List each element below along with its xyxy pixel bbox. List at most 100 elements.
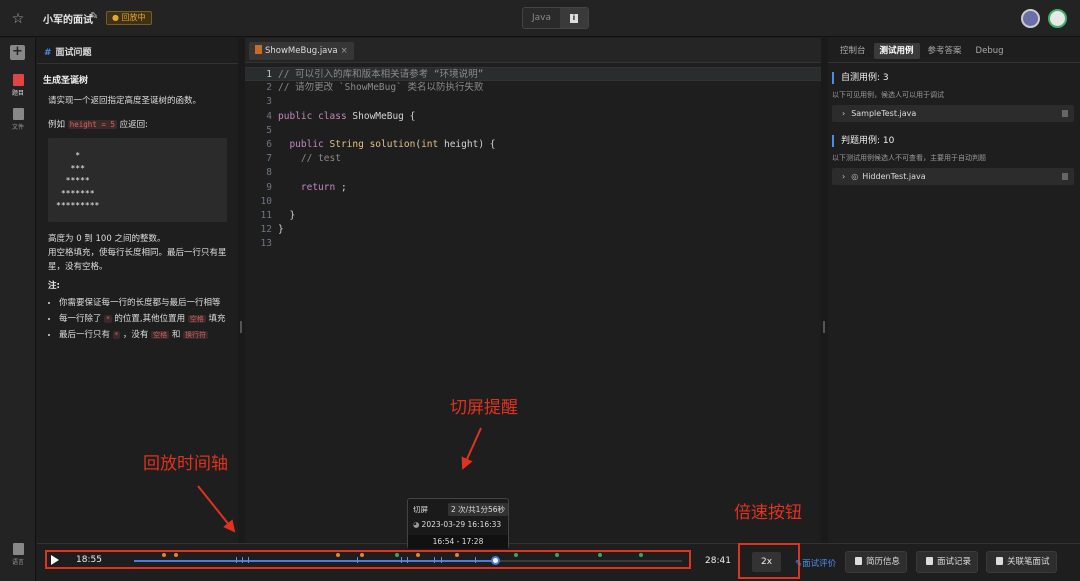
code-text: // 请勿更改 `ShowMeBug` 类名以防执行失败 bbox=[278, 82, 484, 94]
resume-info-button[interactable]: 简历信息 bbox=[845, 551, 908, 573]
timeline-marker[interactable] bbox=[455, 553, 459, 557]
code-line[interactable]: 12} bbox=[245, 223, 821, 237]
hidden-test-file[interactable]: › ◎ HiddenTest.java bbox=[832, 168, 1074, 185]
timeline-tick bbox=[434, 557, 435, 563]
inline-tag: 空格 bbox=[151, 331, 170, 339]
tab-test-cases[interactable]: 测试用例 bbox=[873, 43, 920, 59]
code-lines[interactable]: 1 // 可以引入的库和版本相关请参考 “环境说明” 2 // 请勿更改 `ShowM… bbox=[245, 67, 821, 251]
language-toggle[interactable]: Java i bbox=[522, 7, 589, 29]
line-number: 2 bbox=[266, 82, 272, 94]
close-icon[interactable]: × bbox=[341, 46, 348, 56]
current-time: 18:55 bbox=[76, 555, 102, 565]
code-text: } bbox=[289, 209, 296, 221]
java-file-icon bbox=[255, 45, 262, 54]
folder-icon bbox=[12, 108, 24, 120]
tree-example: * *** ***** ******* ********* bbox=[48, 138, 227, 222]
tab-debug[interactable]: Debug bbox=[970, 43, 1010, 59]
file-tab[interactable]: ShowMeBug.java × bbox=[249, 42, 354, 60]
clock-icon: ◕ bbox=[413, 520, 420, 529]
avatar[interactable] bbox=[1021, 9, 1040, 28]
code-line[interactable]: 5 bbox=[245, 124, 821, 138]
code-line[interactable]: 7 // test bbox=[245, 152, 821, 166]
timeline-marker[interactable] bbox=[162, 553, 166, 557]
file-tab-label: ShowMeBug.java bbox=[265, 46, 338, 56]
tab-console[interactable]: 控制台 bbox=[834, 43, 872, 59]
play-icon[interactable] bbox=[51, 555, 59, 565]
timeline-tick bbox=[242, 557, 243, 563]
eye-hidden-icon: ◎ bbox=[851, 172, 859, 181]
code-line[interactable]: 6 public String solution(int height) { bbox=[245, 138, 821, 152]
line-number: 6 bbox=[266, 138, 272, 150]
panel-resizer-left[interactable] bbox=[238, 38, 245, 543]
code-line[interactable]: 9 return ; bbox=[245, 181, 821, 195]
line-number: 4 bbox=[266, 110, 272, 122]
timeline-marker[interactable] bbox=[360, 553, 364, 557]
link-label: 面试评价 bbox=[802, 559, 837, 569]
rail-item-files[interactable]: 文件 bbox=[0, 108, 36, 131]
timeline-marker[interactable] bbox=[514, 553, 518, 557]
speed-button[interactable]: 2x bbox=[752, 552, 781, 572]
rail-item-label: 题目 bbox=[11, 90, 24, 97]
edit-icon[interactable]: ✎ bbox=[90, 11, 98, 22]
timeline-marker[interactable] bbox=[416, 553, 420, 557]
inline-tag: * bbox=[104, 315, 112, 323]
bullet-text: 和 bbox=[171, 330, 181, 340]
avatar[interactable] bbox=[1048, 9, 1067, 28]
linked-test-button[interactable]: 关联笔面试 bbox=[986, 551, 1057, 573]
language-info-button[interactable]: i bbox=[560, 8, 588, 28]
resizer-grip bbox=[240, 321, 242, 333]
line-number: 13 bbox=[260, 238, 272, 250]
timeline-knob[interactable] bbox=[491, 556, 500, 565]
code-line[interactable]: 1 // 可以引入的库和版本相关请参考 “环境说明” bbox=[245, 67, 821, 82]
timeline-marker[interactable] bbox=[174, 553, 178, 557]
bullet-text: 每一行除了 bbox=[59, 314, 102, 324]
document-icon[interactable] bbox=[1062, 173, 1068, 180]
resume-icon bbox=[855, 557, 862, 565]
file-label: HiddenTest.java bbox=[862, 172, 926, 181]
code-line[interactable]: 10 bbox=[245, 195, 821, 209]
line-number: 9 bbox=[266, 181, 272, 193]
interview-record-button[interactable]: 面试记录 bbox=[916, 551, 979, 573]
notes-title: 注: bbox=[48, 281, 60, 291]
timeline-marker[interactable] bbox=[639, 553, 643, 557]
rail-item-question[interactable]: 题目 bbox=[0, 74, 36, 97]
example-prefix: 例如 bbox=[48, 120, 66, 130]
document-icon[interactable] bbox=[1062, 110, 1068, 117]
range-note: 高度为 0 到 100 之间的整数。 bbox=[48, 234, 166, 244]
app-logo-icon[interactable]: ☆ bbox=[8, 9, 28, 29]
language-label[interactable]: Java bbox=[523, 8, 560, 28]
tooltip-label: 切屏 bbox=[413, 505, 428, 514]
tab-reference-answer[interactable]: 参考答案 bbox=[922, 43, 968, 59]
code-editor[interactable]: ShowMeBug.java × 1 // 可以引入的库和版本相关请参考 “环境说明… bbox=[245, 38, 821, 543]
line-number: 10 bbox=[260, 195, 272, 207]
annotation-speed: 倍速按钮 bbox=[734, 503, 802, 523]
record-icon bbox=[926, 557, 933, 565]
button-label: 简历信息 bbox=[866, 557, 901, 567]
line-number: 5 bbox=[266, 124, 272, 136]
code-line[interactable]: 3 bbox=[245, 95, 821, 109]
timeline-marker[interactable] bbox=[555, 553, 559, 557]
code-line[interactable]: 2 // 请勿更改 `ShowMeBug` 类名以防执行失败 bbox=[245, 81, 821, 95]
sample-test-file[interactable]: › SampleTest.java bbox=[832, 105, 1074, 122]
question-panel-header: # 面试问题 bbox=[37, 38, 238, 64]
code-line[interactable]: 13 bbox=[245, 237, 821, 251]
interview-eval-link[interactable]: ✎面试评价 bbox=[795, 557, 836, 569]
timeline-marker[interactable] bbox=[598, 553, 602, 557]
code-line[interactable]: 4 public class ShowMeBug { bbox=[245, 110, 821, 124]
panel-resizer-right[interactable] bbox=[821, 38, 828, 543]
timeline-marker[interactable] bbox=[336, 553, 340, 557]
code-line[interactable]: 11 } bbox=[245, 209, 821, 223]
code-line[interactable]: 8 bbox=[245, 166, 821, 180]
resizer-grip bbox=[823, 321, 825, 333]
fill-note: 用空格填充，使每行长度相同。最后一行只有星星，没有空格。 bbox=[48, 248, 227, 272]
top-bar: ☆ 小军的面试 ✎ ● 回放中 Java i bbox=[0, 0, 1080, 37]
chevron-right-icon: › bbox=[842, 172, 846, 181]
timeline-tick bbox=[236, 557, 237, 563]
question-panel-title: 面试问题 bbox=[55, 48, 92, 58]
question-intro: 请实现一个返回指定高度圣诞树的函数。 bbox=[48, 96, 202, 106]
link-icon bbox=[996, 557, 1003, 565]
add-icon[interactable]: + bbox=[10, 45, 25, 60]
self-test-desc: 以下可见用例，候选人可以用于调试 bbox=[832, 91, 944, 99]
rail-item-language[interactable]: 语言 bbox=[0, 543, 36, 566]
timeline-marker[interactable] bbox=[395, 553, 399, 557]
